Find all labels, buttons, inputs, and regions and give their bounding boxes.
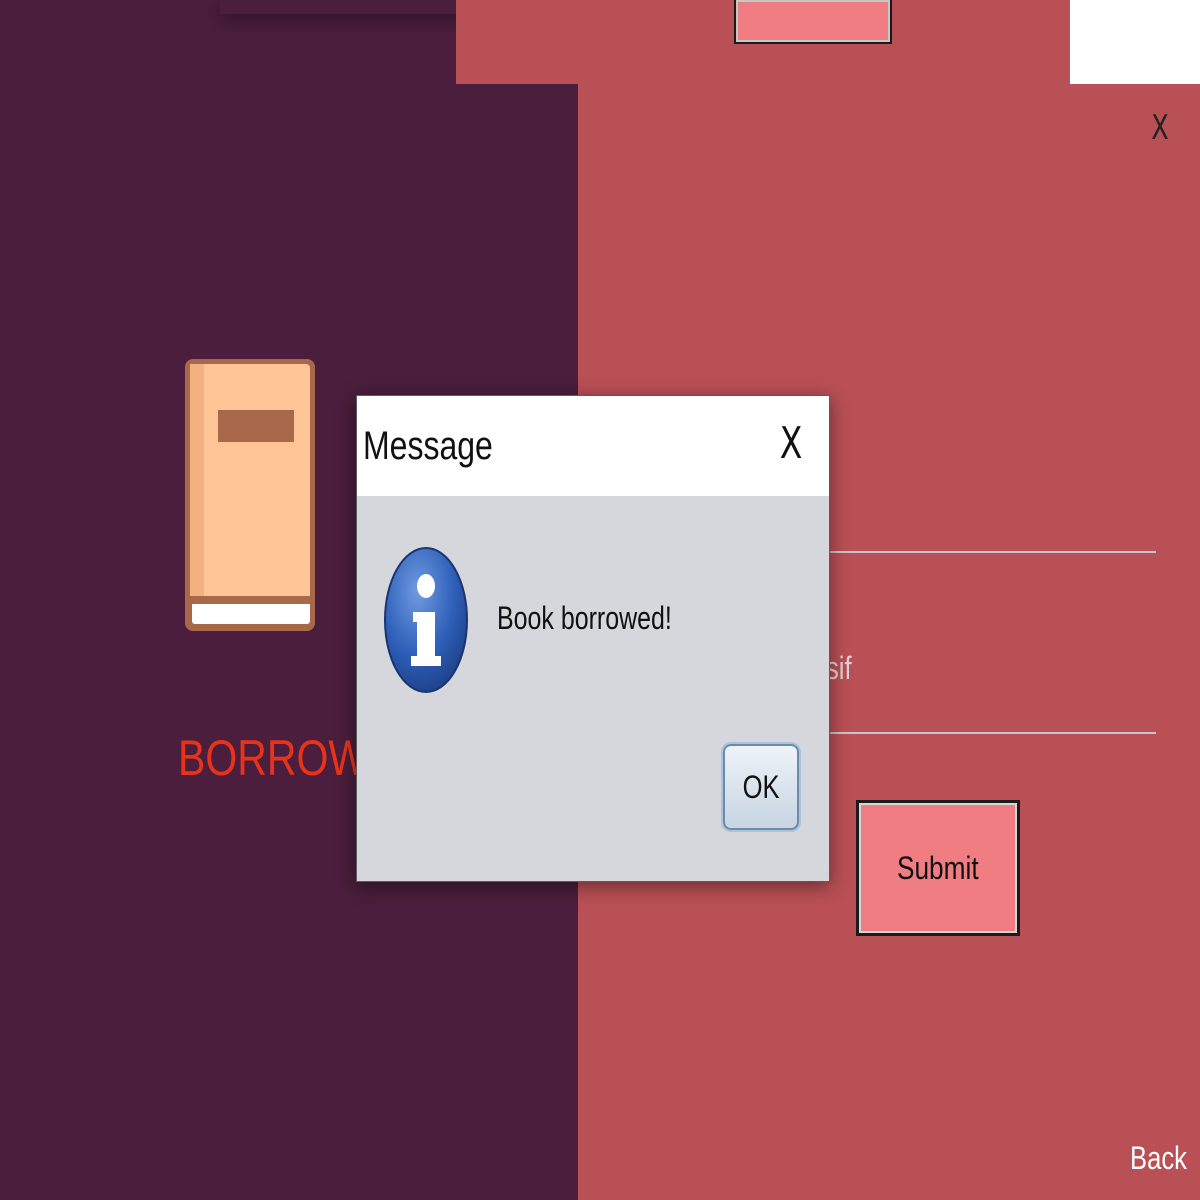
background-window-button[interactable] [734, 0, 892, 44]
field-underline-bottom [828, 732, 1156, 734]
dialog-close-button[interactable]: X [776, 418, 806, 470]
submit-button-frame: Submit [856, 800, 1020, 936]
book-icon [185, 359, 315, 631]
borrow-label: BORROW [178, 730, 368, 786]
window-close-button[interactable]: X [1145, 106, 1175, 150]
message-dialog: Message X Book borrowed! OK [356, 395, 830, 882]
ok-button-label: OK [742, 768, 780, 805]
info-icon [384, 547, 468, 693]
submit-button[interactable]: Submit [859, 803, 1017, 933]
dialog-message: Book borrowed! [497, 600, 672, 636]
dialog-title: Message [363, 424, 493, 468]
back-button[interactable]: Back [1130, 1136, 1187, 1180]
submit-button-label: Submit [897, 849, 979, 886]
dialog-titlebar: Message X [357, 396, 829, 496]
ok-button[interactable]: OK [723, 744, 799, 830]
field-underline-top [828, 551, 1156, 553]
